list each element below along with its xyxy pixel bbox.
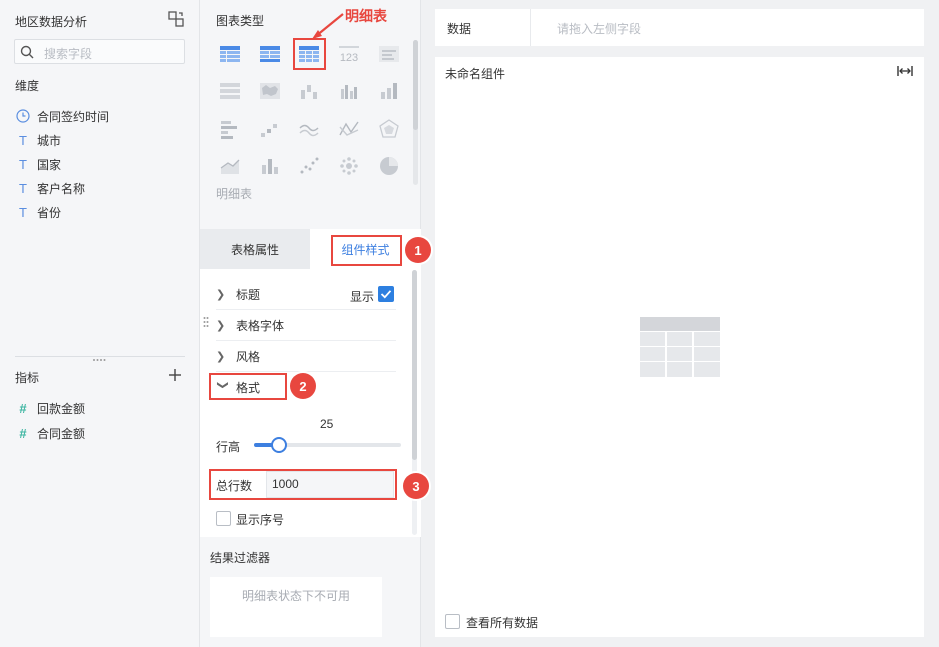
kpi-number-icon[interactable]: 123 — [338, 43, 360, 65]
measure-label: 合同金额 — [37, 426, 86, 441]
selected-chart-name: 明细表 — [216, 187, 253, 201]
fit-width-icon[interactable] — [897, 65, 913, 77]
filter-unavailable-text: 明细表状态下不可用 — [241, 589, 350, 603]
highlight-format-section — [209, 373, 287, 400]
chart-types-heading: 图表类型 — [216, 14, 265, 28]
chevron-right-icon: ❯ — [216, 350, 226, 363]
title-show-label: 显示 — [350, 290, 375, 304]
area-line-icon[interactable] — [338, 118, 360, 140]
line-chart-icon[interactable] — [298, 118, 320, 140]
text-type-icon: T — [19, 180, 27, 196]
callout-label: 明细表 — [345, 8, 387, 24]
row-height-label: 行高 — [216, 440, 241, 454]
scatter-chart-icon[interactable] — [298, 155, 320, 177]
dimension-label: 合同签约时间 — [37, 109, 110, 124]
svg-text:123: 123 — [340, 52, 358, 64]
step-badge-1: 1 — [405, 237, 431, 263]
tab-table-properties[interactable]: 表格属性 — [200, 229, 310, 269]
show-index-checkbox[interactable] — [216, 511, 231, 526]
chevron-right-icon: ❯ — [216, 319, 226, 332]
search-placeholder: 搜索字段 — [44, 47, 93, 61]
search-input[interactable]: 搜索字段 — [14, 39, 185, 64]
grouped-bar-icon[interactable] — [338, 80, 360, 102]
text-card-icon[interactable] — [378, 43, 400, 65]
empty-table-placeholder-icon — [640, 317, 720, 377]
dimensions-heading: 维度 — [15, 79, 40, 93]
section-table-font[interactable]: ❯ 表格字体 — [216, 310, 396, 341]
step-badge-3: 3 — [403, 473, 429, 499]
measures-heading: 指标 — [15, 371, 40, 385]
row-height-value: 25 — [320, 417, 334, 431]
dataset-title: 地区数据分析 — [15, 15, 88, 29]
resize-grip-icon[interactable] — [92, 358, 106, 362]
result-filter-heading: 结果过滤器 — [210, 551, 271, 565]
chart-types-scrollbar[interactable] — [413, 40, 418, 185]
row-height-slider-handle[interactable] — [271, 437, 287, 453]
number-type-icon: # — [19, 425, 27, 441]
result-filter-dropzone: 明细表状态下不可用 — [210, 577, 382, 637]
highlight-total-rows — [209, 469, 397, 500]
dimension-item[interactable]: T 客户名称 — [15, 178, 85, 198]
add-measure-icon[interactable] — [168, 368, 182, 382]
measure-item[interactable]: # 合同金额 — [15, 423, 85, 443]
dimension-item[interactable]: 合同签约时间 — [15, 106, 109, 126]
section-style-label: 风格 — [236, 349, 261, 364]
stacked-area-icon[interactable] — [219, 155, 241, 177]
highlight-detail-table — [293, 38, 326, 70]
number-type-icon: # — [19, 400, 27, 416]
callout-arrow-icon — [312, 13, 344, 39]
component-canvas: 未命名组件 查看所有数据 — [435, 57, 924, 637]
clock-icon — [16, 109, 30, 123]
dimension-label: 城市 — [37, 133, 62, 148]
map-chart-icon[interactable] — [259, 80, 281, 102]
dimension-item[interactable]: T 省份 — [15, 202, 61, 222]
switch-dataset-icon[interactable] — [168, 11, 184, 27]
measure-item[interactable]: # 回款金额 — [15, 398, 85, 418]
section-style[interactable]: ❯ 风格 — [216, 341, 396, 372]
step-badge-2: 2 — [290, 373, 316, 399]
stacked-column-icon[interactable] — [259, 155, 281, 177]
dimension-item[interactable]: T 国家 — [15, 154, 61, 174]
radar-chart-icon[interactable] — [378, 118, 400, 140]
grouped-table-icon[interactable] — [259, 43, 281, 65]
funnel-bar-icon[interactable] — [219, 118, 241, 140]
crosstab-chart-icon[interactable] — [219, 43, 241, 65]
data-drop-placeholder[interactable]: 请拖入左侧字段 — [557, 20, 641, 37]
text-type-icon: T — [19, 132, 27, 148]
highlight-style-tab — [331, 235, 402, 266]
pie-chart-icon[interactable] — [378, 155, 400, 177]
data-label: 数据 — [447, 22, 472, 36]
drag-handle-icon[interactable] — [203, 316, 209, 330]
chart-config-panel: 图表类型 123 明细表 表格属性 组件样式 ❯ 标题 显示 ❯ 表格字体 ❯ … — [200, 0, 421, 647]
data-bar-divider — [530, 9, 531, 46]
view-all-data-checkbox[interactable] — [445, 614, 460, 629]
text-type-icon: T — [19, 156, 27, 172]
view-all-data-label: 查看所有数据 — [466, 616, 539, 630]
dimension-label: 客户名称 — [37, 181, 86, 196]
dimension-label: 省份 — [37, 205, 62, 220]
bubble-chart-icon[interactable] — [338, 155, 360, 177]
field-panel: 地区数据分析 搜索字段 维度 合同签约时间 T 城市 T 国家 T 客户名称 T… — [0, 0, 200, 647]
waterfall-chart-icon[interactable] — [298, 80, 320, 102]
dashboard-card-icon[interactable] — [219, 80, 241, 102]
search-icon — [20, 45, 34, 59]
chevron-right-icon: ❯ — [216, 288, 226, 301]
dimension-label: 国家 — [37, 157, 62, 172]
column-chart-icon[interactable] — [378, 80, 400, 102]
step-chart-icon[interactable] — [259, 118, 281, 140]
text-type-icon: T — [19, 204, 27, 220]
dimension-item[interactable]: T 城市 — [15, 130, 61, 150]
component-title[interactable]: 未命名组件 — [445, 65, 505, 82]
panel-divider[interactable] — [15, 356, 185, 357]
title-show-checkbox[interactable] — [378, 286, 394, 302]
data-field-bar: 数据 请拖入左侧字段 — [435, 9, 924, 46]
canvas-area: 数据 请拖入左侧字段 未命名组件 查看所有数据 — [421, 0, 939, 647]
section-title-label: 标题 — [236, 287, 261, 302]
show-index-label: 显示序号 — [236, 513, 285, 527]
section-table-font-label: 表格字体 — [236, 318, 285, 333]
measure-label: 回款金额 — [37, 401, 86, 416]
